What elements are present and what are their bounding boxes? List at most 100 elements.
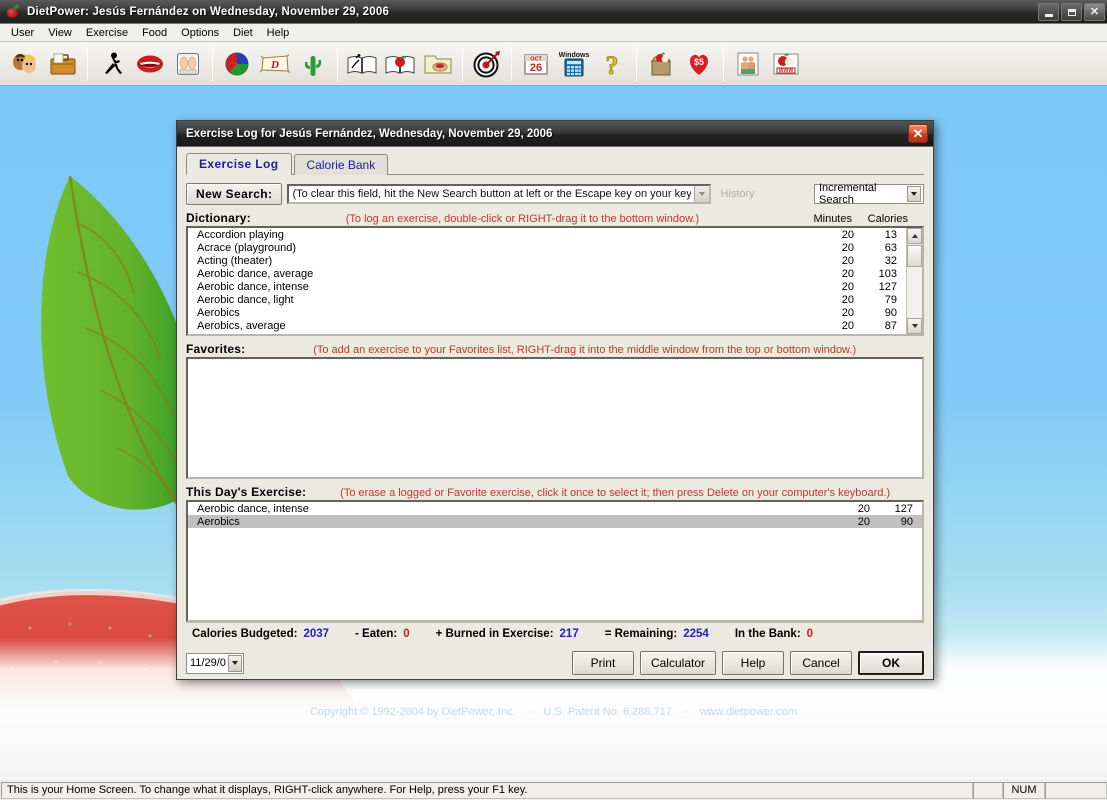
search-input[interactable] bbox=[289, 186, 695, 202]
this-day-list[interactable]: Aerobic dance, intense 20 127 Aerobics 20 90 bbox=[188, 502, 922, 620]
date-select[interactable]: 11/29/0 bbox=[186, 652, 244, 674]
status-panel-3 bbox=[1045, 781, 1107, 799]
this-day-listbox[interactable]: Aerobic dance, intense 20 127 Aerobics 20 90 bbox=[186, 500, 924, 622]
column-header-minutes: Minutes bbox=[813, 213, 852, 225]
dictionary-list[interactable]: Accordion playing 20 13 Acrace (playground)… bbox=[188, 228, 906, 335]
search-mode-select[interactable]: Incremental Search bbox=[814, 182, 924, 206]
favorites-label: Favorites: bbox=[186, 342, 246, 356]
recipe-folder-icon[interactable] bbox=[420, 46, 456, 82]
list-item[interactable]: Acting (theater) 20 32 bbox=[188, 254, 906, 267]
website-link[interactable]: www.dietpower.com bbox=[700, 706, 797, 718]
maximize-icon[interactable] bbox=[1061, 3, 1082, 21]
favorites-listbox[interactable] bbox=[186, 357, 924, 479]
scale-feet-icon[interactable] bbox=[170, 46, 206, 82]
cactus-icon[interactable] bbox=[295, 46, 331, 82]
exercise-log-dialog: Exercise Log for Jesús Fernández, Wednes… bbox=[176, 120, 934, 680]
list-item[interactable]: Aerobics, high-impact2095 bbox=[188, 332, 906, 335]
exercise-name: Aerobic dance, intense bbox=[197, 502, 309, 515]
app-apple-icon bbox=[5, 3, 21, 20]
exercise-name: Accordion playing bbox=[197, 228, 284, 241]
calculator-button[interactable]: Calculator bbox=[639, 651, 716, 675]
food-book-icon[interactable] bbox=[382, 46, 418, 82]
dictionary-listbox[interactable]: Accordion playing 20 13 Acrace (playground)… bbox=[186, 226, 924, 336]
grocery-bag-icon[interactable] bbox=[643, 46, 679, 82]
calorie-summary-bar: Calories Budgeted: 2037 - Eaten: 0 + Bur… bbox=[186, 622, 924, 644]
menu-item-options[interactable]: Options bbox=[174, 26, 226, 40]
list-item[interactable]: Aerobics 20 90 bbox=[188, 306, 906, 319]
diploma-icon[interactable]: D bbox=[257, 46, 293, 82]
exercise-name: Aerobics, average bbox=[197, 319, 286, 332]
dialog-title: Exercise Log for Jesús Fernández, Wednes… bbox=[186, 127, 553, 140]
summary-remaining: = Remaining: 2254 bbox=[605, 628, 709, 640]
exercise-minutes: 20 bbox=[841, 228, 854, 241]
pie-chart-icon[interactable] bbox=[219, 46, 255, 82]
dialog-close-icon[interactable]: ✕ bbox=[908, 124, 928, 143]
help-question-icon[interactable]: ? bbox=[594, 46, 630, 82]
users-faces-icon[interactable] bbox=[7, 46, 43, 82]
dictionary-header: Dictionary: (To log an exercise, double-… bbox=[186, 211, 924, 226]
list-item[interactable]: Aerobics 20 90 bbox=[188, 515, 922, 528]
exercise-book-icon[interactable] bbox=[344, 46, 380, 82]
scroll-track[interactable] bbox=[907, 244, 922, 318]
close-icon[interactable]: ✕ bbox=[1084, 3, 1105, 21]
scroll-up-icon[interactable] bbox=[907, 228, 922, 244]
mouth-icon[interactable] bbox=[132, 46, 168, 82]
this-day-header: This Day's Exercise: (To erase a logged … bbox=[186, 485, 924, 500]
tab-exercise-log[interactable]: Exercise Log bbox=[186, 153, 292, 175]
cancel-button[interactable]: Cancel bbox=[790, 651, 852, 675]
list-item[interactable]: Accordion playing 20 13 bbox=[188, 228, 906, 241]
exercise-minutes: 20 bbox=[841, 267, 854, 280]
menu-item-view[interactable]: View bbox=[41, 26, 79, 40]
chevron-down-icon[interactable] bbox=[907, 186, 921, 202]
help-button[interactable]: Help bbox=[722, 651, 784, 675]
scroll-down-icon[interactable] bbox=[907, 318, 922, 334]
scroll-thumb[interactable] bbox=[907, 245, 922, 267]
dictionary-scrollbar[interactable] bbox=[906, 228, 922, 334]
remaining-value: 2254 bbox=[683, 627, 709, 640]
eaten-value: 0 bbox=[403, 627, 410, 640]
svg-text:WWW: WWW bbox=[779, 68, 794, 74]
favorites-list[interactable] bbox=[188, 359, 922, 477]
exercise-name: Acting (theater) bbox=[197, 254, 273, 267]
calendar-icon[interactable]: OCT 26 bbox=[518, 46, 554, 82]
body-photo-icon[interactable] bbox=[730, 46, 766, 82]
list-item[interactable]: Aerobics, average 20 87 bbox=[188, 319, 906, 332]
menu-item-exercise[interactable]: Exercise bbox=[79, 26, 135, 40]
briefcase-icon[interactable] bbox=[45, 46, 81, 82]
list-item[interactable]: Aerobic dance, light 20 79 bbox=[188, 293, 906, 306]
minimize-icon[interactable] bbox=[1038, 3, 1059, 21]
exercise-calories: 90 bbox=[884, 306, 897, 319]
web-apple-icon[interactable]: WWW bbox=[768, 46, 804, 82]
copyright-footer: Copyright © 1992-2004 by DietPower, Inc.… bbox=[0, 706, 1107, 718]
list-item[interactable]: Acrace (playground) 20 63 bbox=[188, 241, 906, 254]
ok-button[interactable]: OK bbox=[858, 651, 924, 675]
target-icon[interactable] bbox=[469, 46, 505, 82]
new-search-button[interactable]: New Search: bbox=[186, 183, 283, 205]
exercise-name: Aerobic dance, intense bbox=[197, 280, 309, 293]
exercise-minutes: 20 bbox=[841, 241, 854, 254]
list-item[interactable]: Aerobic dance, average 20 103 bbox=[188, 267, 906, 280]
list-item[interactable]: Aerobic dance, intense 20 127 bbox=[188, 502, 922, 515]
bank-value: 0 bbox=[806, 627, 814, 640]
menu-item-diet[interactable]: Diet bbox=[226, 26, 260, 40]
exercise-name: Aerobic dance, average bbox=[197, 267, 314, 280]
toolbar-separator bbox=[212, 46, 213, 81]
search-dropdown-arrow-icon[interactable] bbox=[694, 186, 710, 202]
dollar-heart-icon[interactable]: $5 bbox=[681, 46, 717, 82]
tab-calorie-bank[interactable]: Calorie Bank bbox=[293, 154, 389, 175]
search-combo[interactable] bbox=[287, 184, 712, 204]
exercise-minutes: 20 bbox=[841, 319, 854, 332]
exercise-calories: 13 bbox=[884, 228, 897, 241]
num-lock-indicator: NUM bbox=[1003, 781, 1045, 799]
running-person-icon[interactable] bbox=[94, 46, 130, 82]
print-button[interactable]: Print bbox=[571, 651, 634, 675]
remaining-label: = Remaining: bbox=[604, 627, 678, 640]
chevron-down-icon[interactable] bbox=[228, 654, 242, 672]
list-item[interactable]: Aerobic dance, intense 20 127 bbox=[188, 280, 906, 293]
calculator-icon[interactable]: Windows bbox=[556, 46, 592, 82]
toolbar-separator bbox=[511, 46, 512, 81]
menu-item-help[interactable]: Help bbox=[260, 26, 297, 40]
exercise-calories: 87 bbox=[884, 319, 897, 332]
menu-item-food[interactable]: Food bbox=[135, 26, 174, 40]
menu-item-user[interactable]: User bbox=[4, 26, 41, 40]
